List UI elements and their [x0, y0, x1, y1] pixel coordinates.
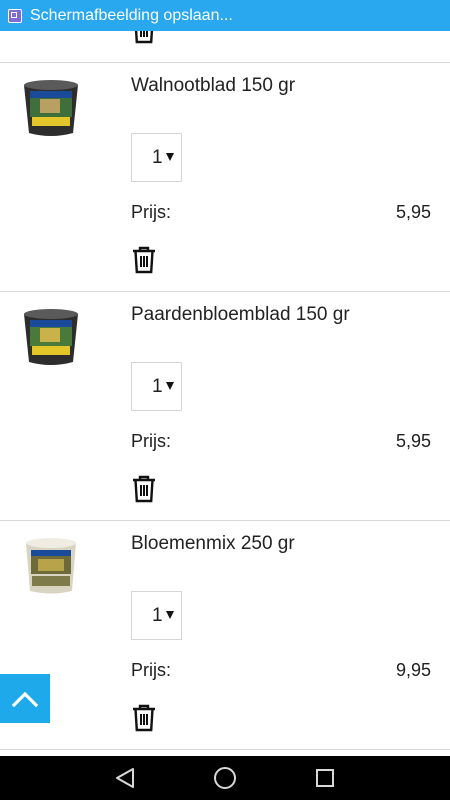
cart-item: Walnootblad 150 gr 1 Prijs: 5,95: [0, 63, 450, 292]
price-label: Prijs:: [131, 660, 171, 680]
dropdown-arrow-icon: [166, 153, 174, 161]
home-icon: [214, 767, 236, 789]
system-nav-bar: [0, 756, 450, 800]
back-icon: [116, 768, 134, 788]
recents-button[interactable]: [305, 758, 345, 798]
price-value: 5,95: [395, 431, 431, 451]
cart-list[interactable]: Walnootblad 150 gr 1 Prijs: 5,95 Paarden…: [0, 0, 450, 756]
recents-icon: [316, 769, 334, 787]
screenshot-icon: [8, 8, 22, 23]
price-value: 9,95: [395, 660, 431, 680]
scroll-to-top-button[interactable]: [0, 674, 50, 723]
product-name[interactable]: Paardenbloemblad 150 gr: [131, 304, 350, 326]
delete-trash-icon[interactable]: [131, 246, 157, 274]
quantity-select[interactable]: 1: [131, 133, 182, 182]
notification-text: Schermafbeelding opslaan...: [30, 6, 233, 24]
delete-trash-icon[interactable]: [131, 475, 157, 503]
quantity-select[interactable]: 1: [131, 362, 182, 411]
delete-trash-icon[interactable]: [131, 704, 157, 732]
product-image[interactable]: [18, 533, 84, 597]
price-label: Prijs:: [131, 202, 171, 222]
home-button[interactable]: [205, 758, 245, 798]
quantity-value: 1: [152, 147, 163, 168]
notification-bar: Schermafbeelding opslaan...: [0, 0, 450, 31]
product-image[interactable]: [18, 75, 84, 139]
product-name[interactable]: Walnootblad 150 gr: [131, 75, 295, 97]
dropdown-arrow-icon: [166, 382, 174, 390]
quantity-select[interactable]: 1: [131, 591, 182, 640]
item-divider: [0, 749, 450, 750]
dropdown-arrow-icon: [166, 611, 174, 619]
cart-item: Paardenbloemblad 150 gr 1 Prijs: 5,95: [0, 292, 450, 521]
price-value: 5,95: [395, 202, 431, 222]
back-button[interactable]: [105, 758, 145, 798]
product-name[interactable]: Bloemenmix 250 gr: [131, 533, 295, 555]
cart-item: Bloemenmix 250 gr 1 Prijs: 9,95: [0, 521, 450, 750]
price-label: Prijs:: [131, 431, 171, 451]
quantity-value: 1: [152, 376, 163, 397]
quantity-value: 1: [152, 605, 163, 626]
product-image[interactable]: [18, 304, 84, 368]
chevron-up-icon: [12, 691, 38, 707]
